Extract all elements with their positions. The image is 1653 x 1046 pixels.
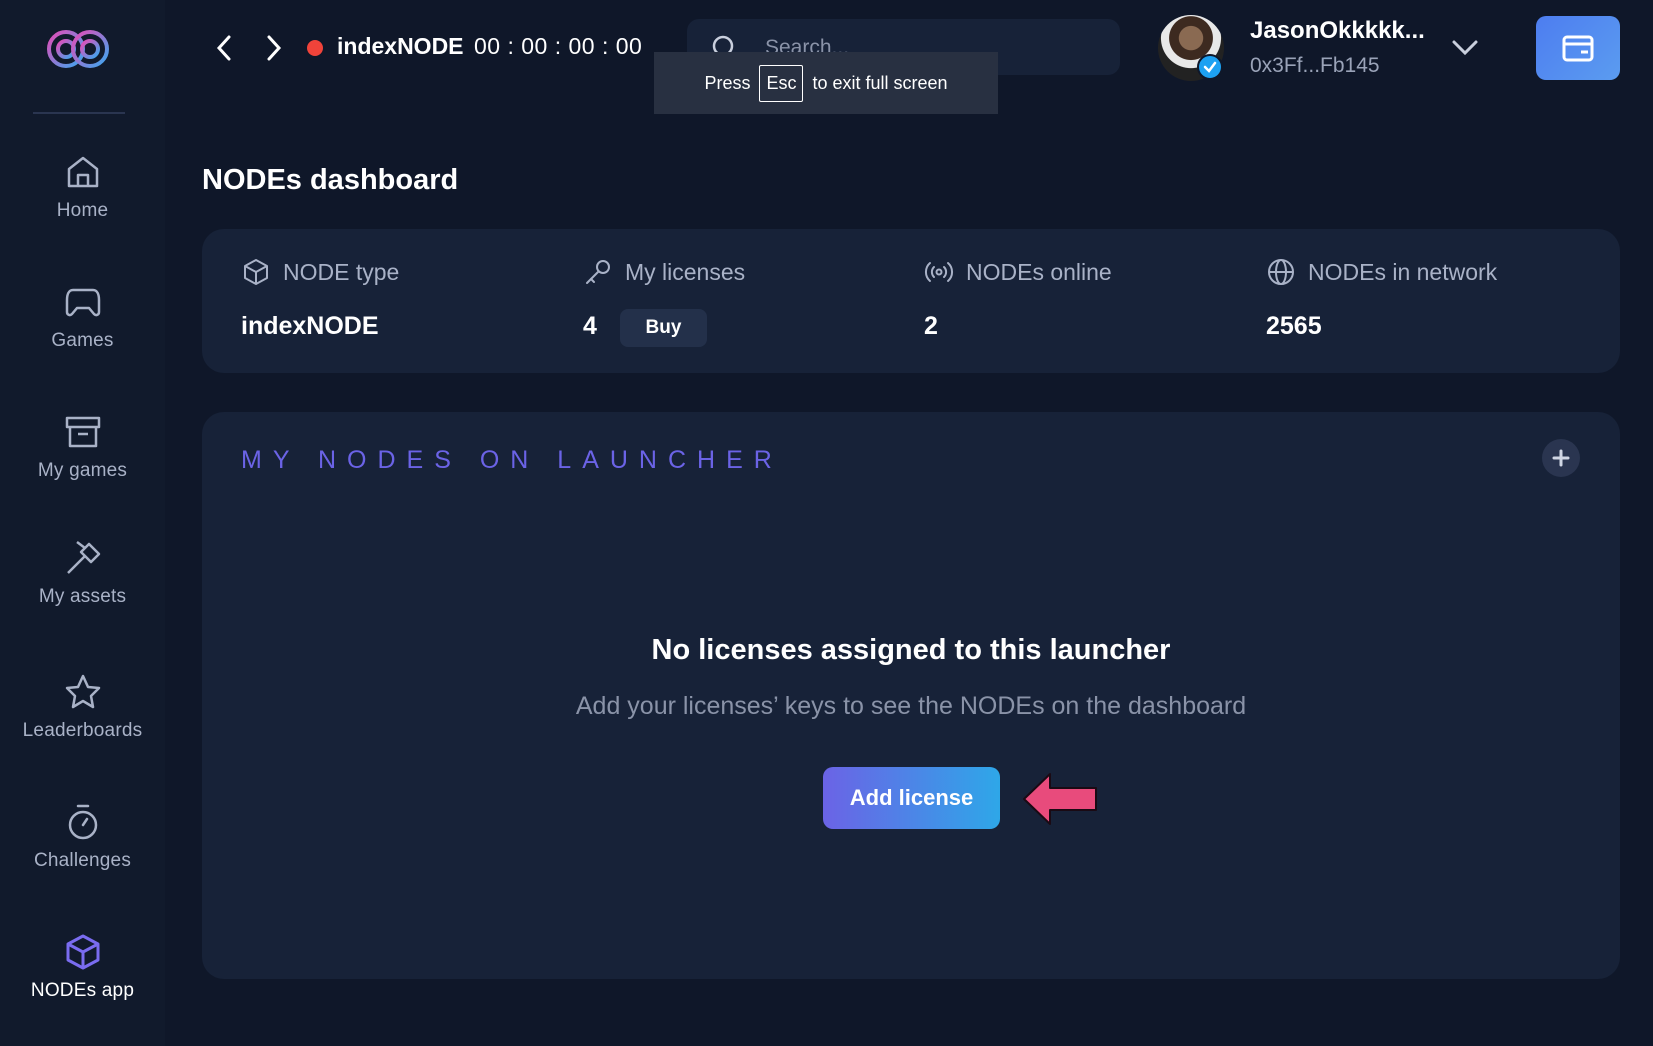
hammer-icon bbox=[66, 541, 100, 574]
pointer-arrow-icon bbox=[1023, 773, 1097, 825]
gamepad-icon bbox=[65, 288, 100, 317]
back-button[interactable] bbox=[209, 30, 239, 66]
sidebar-item-home[interactable]: Home bbox=[0, 152, 165, 262]
broadcast-icon bbox=[924, 262, 954, 282]
wallet-button[interactable] bbox=[1536, 16, 1620, 80]
sidebar: Home Games My games My assets Leaderboar… bbox=[0, 0, 165, 1046]
current-node-name: indexNODE bbox=[337, 33, 464, 59]
add-license-button[interactable]: Add license bbox=[823, 767, 1000, 829]
archive-icon bbox=[65, 416, 100, 448]
toast-esc-key: Esc bbox=[759, 64, 804, 102]
recording-indicator bbox=[307, 40, 323, 56]
stat-label-text: NODEs online bbox=[966, 258, 1112, 285]
stats-card: NODE type indexNODE My licenses 4 Buy NO… bbox=[202, 229, 1620, 373]
stopwatch-icon bbox=[68, 804, 97, 840]
sidebar-item-challenges[interactable]: Challenges bbox=[0, 802, 165, 912]
home-icon bbox=[67, 156, 98, 188]
app-logo-icon[interactable] bbox=[44, 24, 114, 74]
forward-button[interactable] bbox=[259, 30, 289, 66]
stat-value: indexNODE bbox=[241, 312, 379, 340]
sidebar-item-label: Leaderboards bbox=[22, 720, 143, 741]
stat-label-text: NODEs in network bbox=[1308, 258, 1498, 285]
sidebar-item-label: NODEs app bbox=[30, 980, 135, 1001]
page-title: NODEs dashboard bbox=[202, 164, 459, 196]
sidebar-item-my-assets[interactable]: My assets bbox=[0, 538, 165, 648]
chevron-down-icon[interactable] bbox=[1450, 34, 1480, 60]
stat-value: 4 bbox=[583, 312, 597, 340]
sidebar-item-nodes-app[interactable]: NODEs app bbox=[0, 932, 165, 1042]
cube-icon bbox=[66, 934, 99, 970]
stat-label-text: NODE type bbox=[283, 258, 400, 285]
globe-icon bbox=[1268, 259, 1294, 285]
sidebar-item-label: My games bbox=[37, 460, 128, 481]
stat-label-text: My licenses bbox=[625, 258, 746, 285]
sidebar-item-leaderboards[interactable]: Leaderboards bbox=[0, 672, 165, 782]
session-timer: 00 : 00 : 00 : 00 bbox=[474, 33, 643, 59]
sidebar-item-label: Games bbox=[51, 330, 114, 351]
stat-label: NODE type bbox=[241, 257, 399, 287]
stat-label: My licenses bbox=[583, 257, 745, 287]
empty-state-title: No licenses assigned to this launcher bbox=[651, 634, 1171, 666]
verified-badge-icon bbox=[1197, 54, 1223, 80]
stat-value: 2 bbox=[924, 312, 938, 340]
section-title: MY NODES ON LAUNCHER bbox=[241, 446, 783, 474]
key-icon bbox=[586, 260, 610, 284]
toast-press-text: Press bbox=[704, 72, 751, 93]
sidebar-item-games[interactable]: Games bbox=[0, 282, 165, 392]
plus-icon bbox=[1552, 449, 1570, 467]
sidebar-item-my-games[interactable]: My games bbox=[0, 412, 165, 522]
sidebar-item-label: Home bbox=[56, 200, 109, 221]
chevron-right-icon bbox=[267, 35, 282, 61]
sidebar-item-label: Challenges bbox=[33, 850, 132, 871]
wallet-address: 0x3Ff...Fb145 bbox=[1250, 54, 1380, 77]
sidebar-item-label: My assets bbox=[38, 586, 127, 607]
stat-label: NODEs online bbox=[924, 257, 1112, 287]
cube-icon bbox=[244, 259, 268, 285]
chevron-left-icon bbox=[216, 35, 231, 61]
buy-license-button[interactable]: Buy bbox=[620, 309, 707, 347]
stat-label: NODEs in network bbox=[1266, 257, 1497, 287]
wallet-icon bbox=[1562, 35, 1594, 62]
fullscreen-toast: Press Esc to exit full screen bbox=[654, 52, 998, 114]
sidebar-divider bbox=[33, 112, 125, 114]
empty-state-subtitle: Add your licenses’ keys to see the NODEs… bbox=[575, 692, 1247, 720]
launcher-nodes-card: MY NODES ON LAUNCHER No licenses assigne… bbox=[202, 412, 1620, 979]
add-node-button[interactable] bbox=[1542, 439, 1580, 477]
star-icon bbox=[65, 674, 100, 709]
user-name[interactable]: JasonOkkkkk... bbox=[1250, 17, 1425, 45]
toast-exit-text: to exit full screen bbox=[812, 72, 948, 93]
stat-value: 2565 bbox=[1266, 312, 1322, 340]
